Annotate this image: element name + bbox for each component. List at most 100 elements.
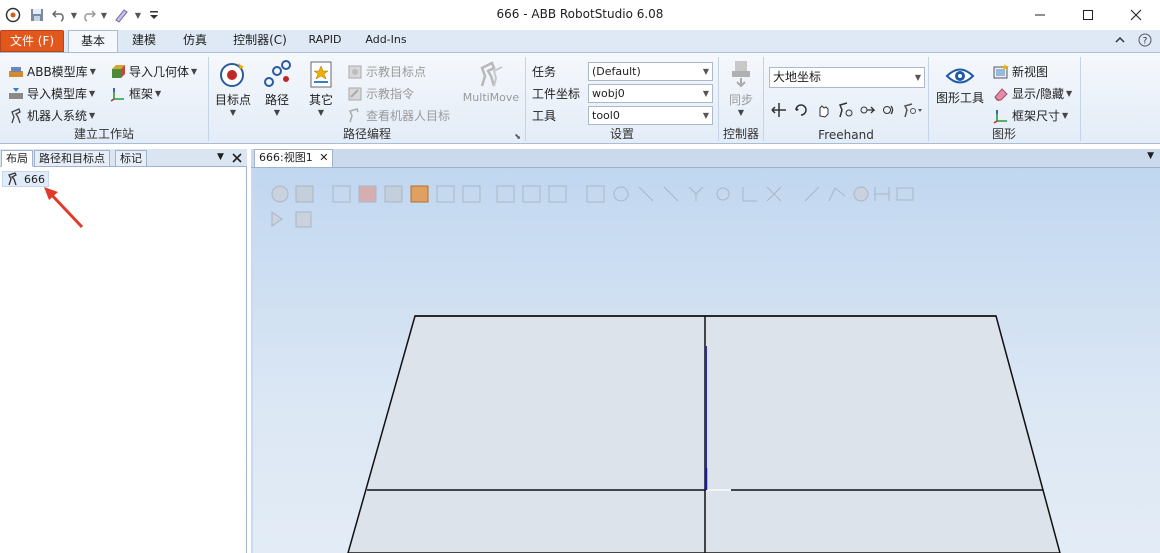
view-robot-target-label: 查看机器人目标 [366,109,451,123]
maximize-icon[interactable] [1064,0,1112,30]
tab-rapid[interactable]: RAPID [302,30,348,52]
chevron-down-icon: ▼ [155,89,162,98]
import-geometry-label: 导入几何体 [129,65,190,79]
abb-library-button[interactable]: ABB模型库 ▼ [8,63,96,80]
group-label: Freehand [818,128,874,142]
new-view-label: 新视图 [1012,65,1049,79]
target-label: 目标点 [214,93,251,107]
chevron-down-icon: ▼ [191,67,198,76]
view-robot-target-icon [348,107,359,122]
jog-joint-icon[interactable] [836,101,854,119]
chevron-down-icon: ▼ [317,108,325,117]
drag-icon[interactable] [814,101,832,119]
other-label: 其它 [308,93,333,107]
teach-target-button[interactable]: 示教目标点 [347,63,426,80]
window-title: 666 - ABB RobotStudio 6.08 [496,7,664,21]
title-bar: ▼ ▼ ▼ 666 - ABB RobotStudio 6.08 [0,0,1160,30]
tool-select[interactable]: tool0 ▼ [588,106,713,125]
import-library-button[interactable]: 导入模型库 ▼ [8,85,95,102]
teach-instruction-button[interactable]: 示教指令 [347,85,414,102]
group-label: 图形 [991,127,1016,141]
task-select[interactable]: (Default) ▼ [588,62,713,81]
rotate-icon[interactable] [792,101,810,119]
dialog-launcher-icon[interactable]: ⬊ [514,132,521,141]
chevron-down-icon: ▼ [737,108,745,117]
floor-grid [347,315,1061,553]
import-geometry-button[interactable]: 导入几何体 ▼ [110,63,197,80]
tool-value: tool0 [592,109,620,122]
collapse-ribbon-icon[interactable] [1112,30,1128,52]
tab-home[interactable]: 基本 [68,30,118,53]
teach-target-icon [348,65,362,78]
task-value: (Default) [592,65,641,78]
import-library-icon [9,87,23,99]
other-button[interactable]: 其它 ▼ [301,59,341,117]
task-label: 任务 [532,65,557,79]
chevron-down-icon: ▼ [89,89,96,98]
chevron-down-icon: ▼ [229,108,237,117]
ribbon: ABB模型库 ▼ 导入模型库 ▼ 机器人系统 ▼ 导入几何体 ▼ 框架 ▼ 建立工作站 [0,52,1160,144]
tab-paths-targets[interactable]: 路径和目标点 [34,150,110,167]
close-icon[interactable] [1112,0,1160,30]
tab-view1[interactable]: 666:视图1 ✕ [254,149,334,167]
group-freehand: 大地坐标 ▼ Freehand [764,53,928,143]
graphics-tools-button[interactable]: 图形工具 [931,65,989,106]
sync-button[interactable]: 同步 ▼ [721,59,761,117]
ribbon-tabs: 文件 (F) 基本 建模 仿真 控制器(C) RAPID Add-Ins ? [0,30,1160,53]
wobj-label: 工件坐标 [532,87,581,101]
teach-instruction-label: 示教指令 [366,87,415,101]
reference-frame-value: 大地坐标 [773,70,822,84]
tab-simulation[interactable]: 仿真 [172,30,218,52]
import-geometry-icon [112,64,125,78]
group-path-programming: 目标点 ▼ 路径 ▼ 其它 ▼ 示教目标点 示教指令 查看机器人目标 Multi… [209,53,525,143]
minimize-icon[interactable] [1016,0,1064,30]
view-robot-target-button[interactable]: 查看机器人目标 [347,107,450,124]
multimove-label: MultiMove [462,91,520,104]
tab-controller[interactable]: 控制器(C) [226,30,294,52]
chevron-down-icon: ▼ [702,111,709,120]
freehand-tools [770,101,924,119]
target-icon [220,63,244,87]
3d-viewport[interactable] [253,168,1160,553]
tab-file[interactable]: 文件 (F) [0,30,64,52]
tab-tags[interactable]: 标记 [115,150,147,167]
path-button[interactable]: 路径 ▼ [257,59,297,117]
group-label: 建立工作站 [73,127,134,141]
multimove-icon [480,61,503,87]
group-label: 路径编程 [342,127,391,141]
group-build-station: ABB模型库 ▼ 导入模型库 ▼ 机器人系统 ▼ 导入几何体 ▼ 框架 ▼ 建立工作站 [0,53,208,143]
help-icon[interactable]: ? [1136,30,1154,52]
jog-linear-icon[interactable] [858,101,876,119]
move-icon[interactable] [770,101,788,119]
viewport-menu-icon[interactable]: ▼ [1147,151,1154,161]
sync-label: 同步 [728,93,753,107]
wobj-select[interactable]: wobj0 ▼ [588,84,713,103]
tab-addins[interactable]: Add-Ins [358,30,414,52]
jog-reorient-icon[interactable] [880,101,898,119]
new-view-button[interactable]: 新视图 [993,63,1048,80]
reference-frame-select[interactable]: 大地坐标 ▼ [769,67,925,88]
tool-label: 工具 [532,109,557,123]
frame-button[interactable]: 框架 ▼ [110,85,161,102]
robot-system-button[interactable]: 机器人系统 ▼ [8,107,95,124]
multi-robot-jog-icon[interactable] [902,101,924,119]
frame-size-icon [993,109,1007,124]
chevron-down-icon: ▼ [89,67,96,76]
panel-menu-icon[interactable]: ▼ [217,152,224,162]
show-hide-button[interactable]: 显示/隐藏 ▼ [993,85,1072,102]
multimove-button[interactable]: MultiMove [461,59,521,104]
station-icon [8,172,17,186]
abb-library-label: ABB模型库 [27,65,88,79]
panel-close-icon[interactable] [232,150,242,166]
view-tab-label: 666:视图1 [259,151,313,164]
chevron-down-icon: ▼ [914,73,921,82]
close-view-icon[interactable]: ✕ [319,151,328,164]
chevron-down-icon: ▼ [702,89,709,98]
frame-size-button[interactable]: 框架尺寸 ▼ [993,107,1068,124]
tab-layout[interactable]: 布局 [1,150,33,167]
target-button[interactable]: 目标点 ▼ [211,59,255,117]
sync-icon [732,61,750,88]
chevron-down-icon: ▼ [1066,89,1073,98]
tab-modeling[interactable]: 建模 [122,30,166,52]
teach-instruction-icon [348,87,362,100]
